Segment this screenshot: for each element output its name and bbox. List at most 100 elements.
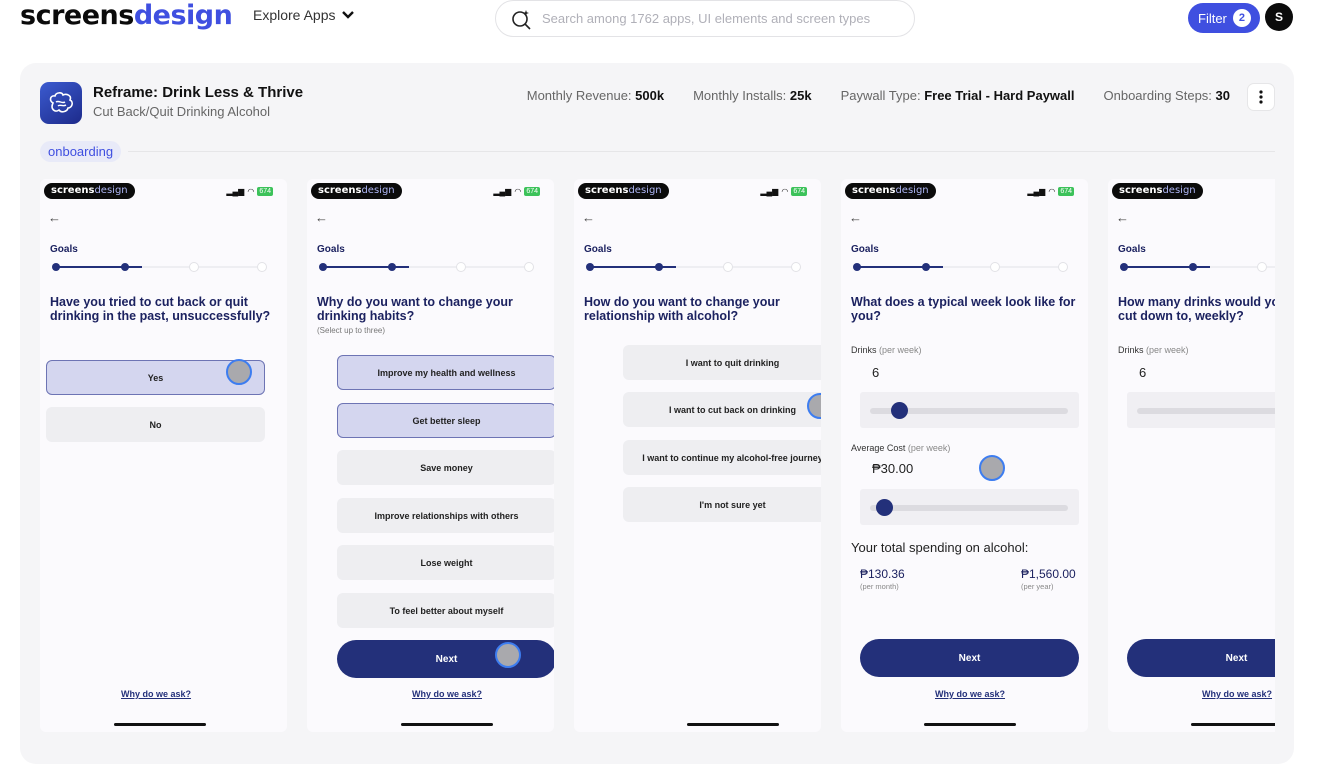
flow-tag-onboarding[interactable]: onboarding	[40, 141, 122, 162]
option-not-sure[interactable]: I'm not sure yet	[623, 487, 821, 522]
cost-value: ₱30.00	[872, 461, 914, 476]
option-sleep[interactable]: Get better sleep	[337, 403, 554, 438]
option-no[interactable]: No	[46, 407, 265, 442]
progress-stepper	[319, 262, 534, 272]
stat-value: 25k	[789, 88, 812, 103]
drinks-value: 6	[1139, 365, 1147, 380]
stat-paywall-type: Paywall Type: Free Trial - Hard Paywall	[841, 88, 1075, 103]
app-subtitle: Cut Back/Quit Drinking Alcohol	[93, 104, 271, 119]
badge-text-b: design	[1162, 185, 1196, 196]
filter-button[interactable]: Filter 2	[1188, 3, 1260, 33]
back-arrow-icon[interactable]: ←	[582, 210, 595, 225]
wifi-icon: ◠	[1048, 187, 1056, 196]
section-label: Goals	[851, 244, 879, 255]
drinks-slider[interactable]	[860, 392, 1079, 428]
drinks-unit: (per week)	[879, 345, 922, 355]
signal-icon: ▂▄▆	[226, 187, 245, 196]
screen-watermark: screensdesign	[1112, 183, 1203, 199]
progress-stepper	[52, 262, 267, 272]
more-options-button[interactable]	[1247, 83, 1275, 111]
next-button[interactable]: Next	[1127, 639, 1275, 677]
badge-text-a: screens	[1119, 185, 1163, 196]
yearly-spending-unit: (per year)	[1021, 582, 1054, 591]
battery-icon: 674	[257, 187, 273, 196]
progress-stepper	[853, 262, 1068, 272]
screen-card-5[interactable]: screensdesign ← Goals How many drinks wo…	[1108, 179, 1275, 732]
screen-card-3[interactable]: screensdesign ▂▄▆ ◠ 674 ← Goals How do you…	[574, 179, 821, 732]
site-logo[interactable]: screensdesign	[20, 0, 233, 32]
explore-apps-menu[interactable]: Explore Apps	[253, 7, 354, 23]
back-arrow-icon[interactable]: ←	[1116, 210, 1129, 225]
user-avatar[interactable]: S	[1265, 3, 1293, 31]
screens-carousel[interactable]: screensdesign ▂▄▆ ◠ 674 ← Goals Have you t…	[40, 179, 1275, 732]
stat-label: Monthly Revenue:	[526, 88, 632, 103]
divider	[128, 151, 1275, 152]
top-bar: screensdesign Explore Apps Filter 2 S	[0, 0, 1324, 40]
badge-text-a: screens	[852, 185, 896, 196]
question-text: How many drinks would yo cut down to, we…	[1118, 295, 1275, 323]
option-health[interactable]: Improve my health and wellness	[337, 355, 554, 390]
drinks-unit: (per week)	[1146, 345, 1189, 355]
stat-label: Paywall Type:	[840, 88, 921, 103]
badge-text-a: screens	[318, 185, 362, 196]
drinks-label: Drinks (per week)	[1118, 345, 1189, 355]
why-do-we-ask-link[interactable]: Why do we ask?	[412, 689, 482, 699]
back-arrow-icon[interactable]: ←	[315, 210, 328, 225]
app-icon	[40, 82, 82, 124]
stat-monthly-installs: Monthly Installs: 25k	[693, 88, 812, 103]
explore-apps-label: Explore Apps	[253, 7, 336, 23]
stat-value: 30	[1215, 88, 1230, 103]
option-quit[interactable]: I want to quit drinking	[623, 345, 821, 380]
drinks-slider[interactable]	[1127, 392, 1275, 428]
drinks-label-text: Drinks	[851, 345, 877, 355]
search-bar[interactable]	[495, 0, 915, 37]
screen-watermark: screensdesign	[311, 183, 402, 199]
stat-value: Free Trial - Hard Paywall	[924, 88, 1075, 103]
slider-knob[interactable]	[891, 402, 908, 419]
slider-track	[1137, 408, 1275, 414]
stat-onboarding-steps: Onboarding Steps: 30	[1104, 88, 1231, 103]
screen-card-4[interactable]: screensdesign ▂▄▆ ◠ 674 ← Goals What does …	[841, 179, 1088, 732]
tap-indicator	[495, 642, 521, 668]
signal-icon: ▂▄▆	[493, 187, 512, 196]
brain-icon	[49, 92, 73, 113]
screen-watermark: screensdesign	[44, 183, 135, 199]
home-indicator	[114, 723, 206, 726]
screen-card-2[interactable]: screensdesign ▂▄▆ ◠ 674 ← Goals Why do you…	[307, 179, 554, 732]
why-do-we-ask-link[interactable]: Why do we ask?	[121, 689, 191, 699]
option-cut-back[interactable]: I want to cut back on drinking	[623, 392, 821, 427]
search-input[interactable]	[542, 11, 902, 26]
slider-knob[interactable]	[876, 499, 893, 516]
app-stats: Monthly Revenue: 500k Monthly Installs: …	[527, 88, 1230, 103]
home-indicator	[924, 723, 1016, 726]
option-weight[interactable]: Lose weight	[337, 545, 554, 580]
progress-stepper	[1120, 262, 1275, 272]
option-feel-better[interactable]: To feel better about myself	[337, 593, 554, 628]
tap-indicator	[979, 455, 1005, 481]
screen-card-1[interactable]: screensdesign ▂▄▆ ◠ 674 ← Goals Have you t…	[40, 179, 287, 732]
back-arrow-icon[interactable]: ←	[849, 210, 862, 225]
why-do-we-ask-link[interactable]: Why do we ask?	[1202, 689, 1272, 699]
sparkle-search-icon	[512, 9, 531, 30]
badge-text-b: design	[895, 185, 929, 196]
status-bar: ▂▄▆ ◠ 674	[226, 187, 273, 196]
section-label: Goals	[317, 244, 345, 255]
battery-icon: 674	[791, 187, 807, 196]
kebab-menu-icon	[1259, 90, 1263, 104]
next-button[interactable]: Next	[337, 640, 554, 678]
next-button[interactable]: Next	[860, 639, 1079, 677]
why-do-we-ask-link[interactable]: Why do we ask?	[935, 689, 1005, 699]
question-text: Why do you want to change your drinking …	[317, 295, 513, 323]
cost-label: Average Cost (per week)	[851, 443, 950, 453]
option-relationships[interactable]: Improve relationships with others	[337, 498, 554, 533]
status-bar: ▂▄▆ ◠ 674	[760, 187, 807, 196]
filter-count-badge: 2	[1232, 9, 1251, 27]
question-hint: (Select up to three)	[317, 326, 386, 335]
app-title[interactable]: Reframe: Drink Less & Thrive	[93, 84, 303, 101]
section-label: Goals	[50, 244, 78, 255]
option-continue-alcohol-free[interactable]: I want to continue my alcohol-free journ…	[623, 440, 821, 475]
cost-slider[interactable]	[860, 489, 1079, 525]
option-money[interactable]: Save money	[337, 450, 554, 485]
stat-monthly-revenue: Monthly Revenue: 500k	[527, 88, 664, 103]
back-arrow-icon[interactable]: ←	[48, 210, 61, 225]
